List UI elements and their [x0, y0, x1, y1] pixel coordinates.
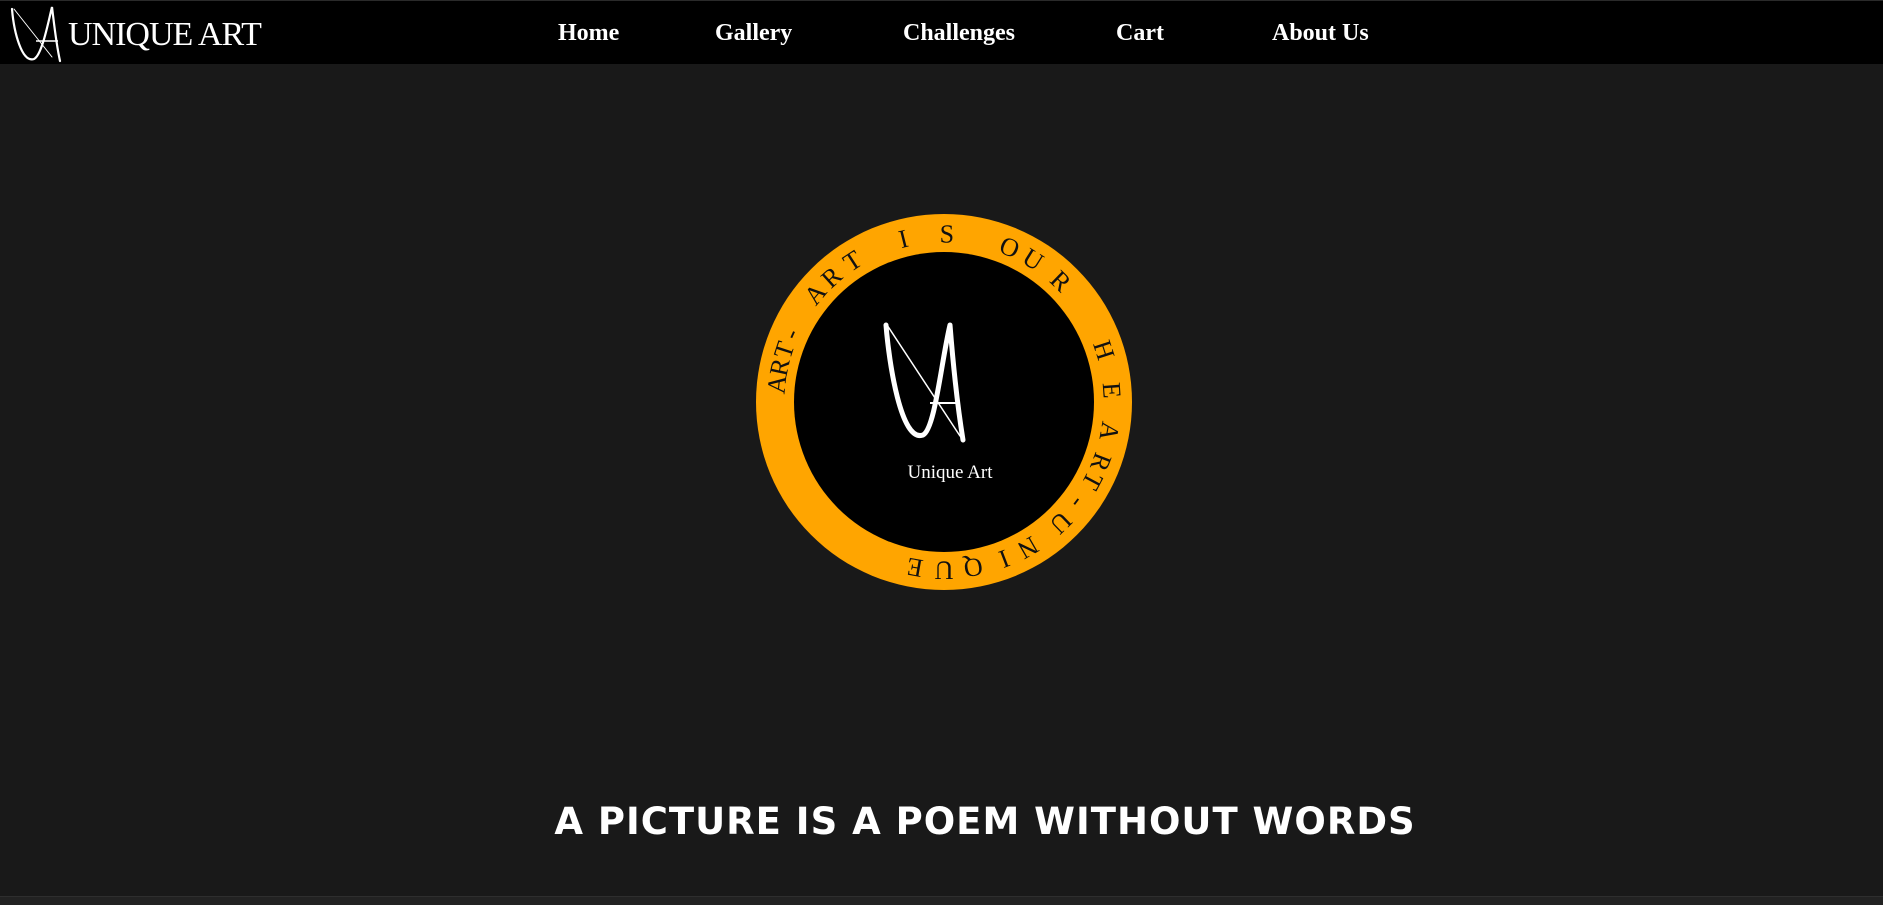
nav-home[interactable]: Home — [558, 15, 619, 51]
emblem-graphic: ART-ARTI S OURHEART-UNIQUE Unique Art — [756, 214, 1132, 590]
navbar: UNIQUE ART Home Gallery Challenges Cart … — [0, 0, 1883, 64]
brand-name: UNIQUE ART — [68, 16, 262, 53]
nav-about-us[interactable]: About Us — [1272, 15, 1369, 51]
nav-cart[interactable]: Cart — [1116, 15, 1164, 51]
ring-letter: U — [934, 556, 953, 585]
nav-gallery[interactable]: Gallery — [715, 15, 792, 51]
nav-challenges[interactable]: Challenges — [903, 15, 1015, 51]
emblem-badge: ART-ARTISOURHEART-UNIQUE Unique Art — [755, 213, 1133, 591]
ring-letter: S — [939, 219, 954, 248]
ring-letter: E — [1097, 381, 1127, 399]
page-bottom-edge — [0, 896, 1883, 905]
ua-monogram-icon — [10, 6, 62, 63]
hero-tagline: A picture is a poem without words — [554, 799, 1416, 843]
emblem-caption: Unique Art — [908, 462, 994, 483]
